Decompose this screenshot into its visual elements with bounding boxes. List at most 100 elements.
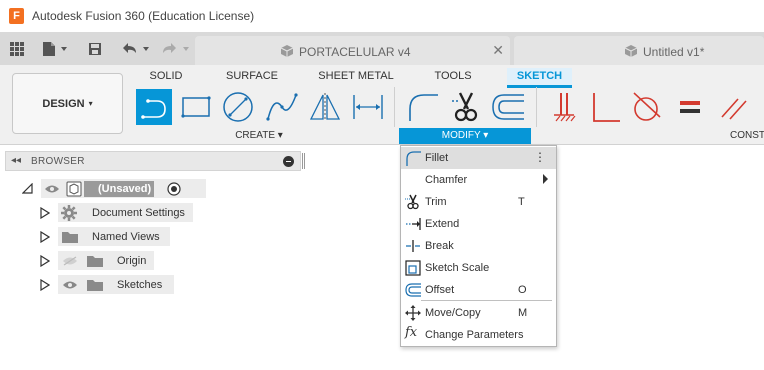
workspace-label: DESIGN	[42, 97, 85, 110]
perpendicular-constraint-icon[interactable]	[588, 89, 624, 125]
menu-item-offset[interactable]: Offset O	[401, 279, 556, 301]
scissors-icon	[405, 194, 419, 210]
menu-item-label: Chamfer	[425, 174, 468, 186]
eye-visibility-icon[interactable]	[44, 184, 60, 194]
menu-item-chamfer[interactable]: Chamfer	[401, 169, 556, 191]
root-component-label: (Unsaved)	[84, 181, 154, 197]
menu-item-label: Move/Copy	[425, 307, 481, 319]
menu-separator	[421, 300, 552, 301]
title-bar: F Autodesk Fusion 360 (Education License…	[0, 0, 764, 33]
fillet-tool-icon[interactable]	[404, 89, 440, 125]
collapse-triangle-icon[interactable]	[22, 183, 33, 194]
menu-item-sketch-scale[interactable]: Sketch Scale	[401, 257, 556, 279]
caret-down-icon: ▾	[88, 99, 93, 108]
gear-icon	[61, 205, 77, 221]
fusion-logo-icon: F	[9, 8, 24, 24]
menu-item-label: Fillet	[425, 152, 449, 164]
activate-radio-icon[interactable]	[167, 182, 181, 196]
circle-tool-icon[interactable]	[220, 89, 256, 125]
eye-hidden-icon[interactable]	[62, 256, 78, 266]
rectangle-tool-icon[interactable]	[178, 89, 214, 125]
tangent-constraint-icon[interactable]	[628, 89, 664, 125]
modify-group-button[interactable]: MODIFY ▾	[399, 128, 531, 144]
expand-triangle-icon[interactable]	[40, 207, 50, 219]
tree-root-row[interactable]: (Unsaved)	[18, 179, 206, 199]
folder-icon	[87, 280, 103, 291]
mirror-tool-icon[interactable]	[307, 89, 343, 125]
tree-item-label: Sketches	[117, 279, 163, 291]
browser-header: ◂◂ BROWSER	[5, 151, 301, 171]
menu-item-label: Change Parameters	[425, 329, 524, 341]
redo-icon[interactable]	[158, 39, 192, 59]
toolbar-divider	[394, 87, 395, 127]
workspace-switcher-button[interactable]: DESIGN ▾	[12, 73, 123, 134]
line-tool-icon[interactable]	[136, 89, 172, 125]
tree-item-origin[interactable]: Origin	[38, 251, 158, 271]
tab-tools[interactable]: TOOLS	[426, 68, 480, 88]
document-component-icon	[66, 181, 82, 197]
menu-item-label: Extend	[425, 218, 460, 230]
parallel-constraint-icon[interactable]	[716, 89, 752, 125]
menu-item-extend[interactable]: Extend	[401, 213, 556, 235]
modify-dropdown-menu: Fillet ⋮ Chamfer Trim T Extend Break Ske…	[400, 145, 557, 347]
dimension-tool-icon[interactable]	[350, 89, 386, 125]
tree-item-document-settings[interactable]: Document Settings	[38, 203, 198, 223]
data-panel-grid-icon[interactable]	[8, 39, 26, 59]
scissors-trim-icon[interactable]	[448, 89, 484, 125]
tree-item-label: Named Views	[92, 231, 160, 243]
browser-title: BROWSER	[31, 156, 85, 167]
save-icon[interactable]	[86, 39, 104, 59]
fusion-window: F Autodesk Fusion 360 (Education License…	[0, 0, 764, 370]
toolbar-divider	[536, 87, 537, 127]
minimize-circle-icon[interactable]	[283, 156, 294, 167]
panel-resize-handle[interactable]	[302, 153, 305, 169]
folder-icon	[62, 232, 78, 243]
break-icon	[406, 240, 420, 252]
folder-icon	[87, 256, 103, 267]
menu-item-change-parameters[interactable]: fx Change Parameters	[401, 324, 556, 346]
tab-bar: PORTACELULAR v4 ✕ Untitled v1*	[0, 33, 764, 65]
window-title: Autodesk Fusion 360 (Education License)	[32, 9, 255, 23]
tree-item-label: Document Settings	[92, 207, 185, 219]
menu-item-shortcut: M	[518, 307, 528, 319]
component-cube-icon	[280, 45, 294, 57]
spline-tool-icon[interactable]	[264, 89, 300, 125]
menu-item-move-copy[interactable]: Move/Copy M	[401, 302, 556, 324]
menu-item-shortcut: T	[518, 196, 525, 208]
file-menu-icon[interactable]	[40, 39, 70, 59]
menu-item-fillet[interactable]: Fillet ⋮	[401, 147, 556, 169]
expand-triangle-icon[interactable]	[40, 279, 50, 291]
tab-untitled[interactable]: Untitled v1*	[514, 36, 764, 65]
tree-item-sketches[interactable]: Sketches	[38, 275, 178, 295]
menu-item-label: Trim	[425, 196, 447, 208]
eye-visibility-icon[interactable]	[62, 280, 78, 290]
undo-icon[interactable]	[118, 39, 152, 59]
submenu-arrow-icon	[543, 174, 548, 184]
sketch-scale-icon	[405, 260, 421, 276]
menu-item-trim[interactable]: Trim T	[401, 191, 556, 213]
tab-solid[interactable]: SOLID	[143, 68, 189, 88]
close-icon[interactable]: ✕	[492, 42, 504, 59]
menu-item-label: Sketch Scale	[425, 262, 490, 274]
more-options-icon[interactable]: ⋮	[534, 150, 546, 164]
equal-constraint-icon[interactable]	[672, 89, 708, 125]
expand-triangle-icon[interactable]	[40, 255, 50, 267]
constrain-group-button[interactable]: CONST	[730, 128, 764, 144]
offset-icon	[405, 283, 421, 297]
fix-constraint-icon[interactable]	[546, 89, 582, 125]
tab-portacelular[interactable]: PORTACELULAR v4 ✕	[195, 36, 510, 65]
tab-sheet-metal[interactable]: SHEET METAL	[315, 68, 397, 88]
component-cube-icon	[624, 45, 638, 57]
tab-sketch[interactable]: SKETCH	[507, 68, 572, 88]
collapse-panel-icon[interactable]: ◂◂	[11, 155, 21, 166]
tree-item-named-views[interactable]: Named Views	[38, 227, 178, 247]
move-arrows-icon	[405, 305, 421, 321]
tab-surface[interactable]: SURFACE	[222, 68, 282, 88]
menu-item-shortcut: O	[518, 284, 527, 296]
create-group-button[interactable]: CREATE ▾	[228, 128, 290, 144]
offset-tool-icon[interactable]	[490, 89, 526, 125]
expand-triangle-icon[interactable]	[40, 231, 50, 243]
menu-item-label: Break	[425, 240, 454, 252]
menu-item-label: Offset	[425, 284, 455, 296]
menu-item-break[interactable]: Break	[401, 235, 556, 257]
